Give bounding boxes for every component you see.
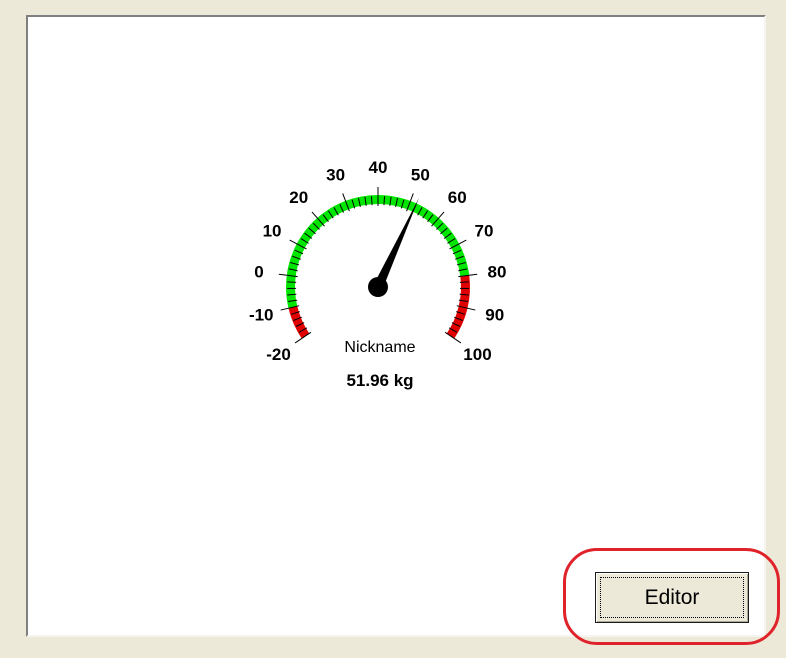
- gauge-needle-hub: [368, 277, 388, 297]
- gauge-needle: [373, 197, 419, 290]
- gauge-tick-label: 10: [263, 222, 282, 241]
- gauge-minor-tick: [383, 196, 386, 206]
- gauge-tick-label: 30: [326, 166, 345, 185]
- gauge-major-ticks: [278, 187, 478, 344]
- gauge-zones: [285, 195, 470, 339]
- gauge-zone-red-low: [288, 306, 310, 339]
- gauge-tick-label: 70: [474, 222, 493, 241]
- gauge-value-readout: 51.96 kg: [346, 371, 413, 390]
- editor-button[interactable]: Editor: [595, 572, 749, 623]
- gauge: -20 -10 0 10 20 30 40 50 60 70 80 90 100 Nickname 51…: [249, 158, 507, 390]
- editor-button-focus-rect: [600, 577, 744, 618]
- gauge-minor-tick: [370, 196, 373, 206]
- gauge-minor-ticks: [287, 196, 469, 333]
- gauge-tick-label: -10: [249, 306, 274, 325]
- gauge-tick-label: 60: [448, 188, 467, 207]
- gauge-caption: Nickname: [344, 339, 415, 356]
- gauge-minor-tick: [459, 281, 469, 283]
- gauge-tick-label: 100: [463, 345, 491, 364]
- gauge-tick-label: 0: [254, 263, 263, 282]
- gauge-tick-label: 80: [488, 263, 507, 282]
- gauge-minor-tick: [287, 281, 297, 283]
- gauge-tick-label: 90: [485, 306, 504, 325]
- gauge-tick-label: -20: [266, 345, 291, 364]
- gauge-tick-label: 50: [411, 166, 430, 185]
- gauge-tick-label: 20: [289, 188, 308, 207]
- gauge-tick-label: 40: [369, 158, 388, 177]
